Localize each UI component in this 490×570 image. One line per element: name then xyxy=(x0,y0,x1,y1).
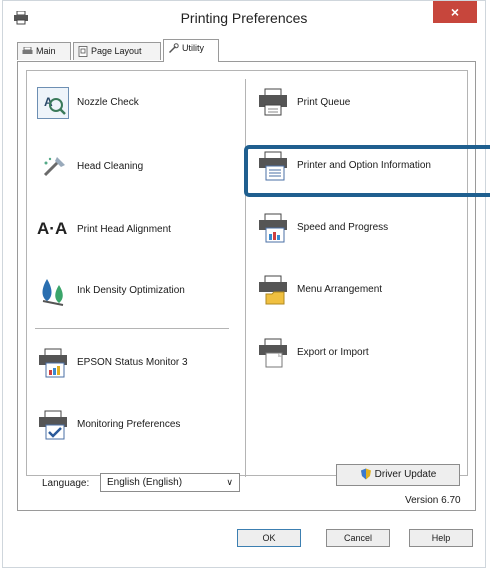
language-select[interactable]: English (English) ∨ xyxy=(100,473,240,492)
print-queue-label: Print Queue xyxy=(297,97,351,108)
menu-arrangement-icon xyxy=(257,274,289,306)
status-monitor-icon xyxy=(37,347,69,379)
menu-arrangement-label: Menu Arrangement xyxy=(297,284,383,295)
shield-icon xyxy=(360,468,371,480)
head-alignment-glyph: A·A xyxy=(37,219,68,238)
speed-progress-icon xyxy=(257,212,289,244)
driver-update-button[interactable]: Driver Update xyxy=(336,464,460,486)
chevron-down-icon: ∨ xyxy=(226,477,233,487)
title-bar[interactable]: Printing Preferences × xyxy=(3,1,485,35)
language-value: English (English) xyxy=(107,477,183,488)
nozzle-check-icon: A xyxy=(37,87,69,119)
tab-utility-label: Utility xyxy=(182,43,204,53)
export-import-label: Export or Import xyxy=(297,347,369,358)
export-import-icon xyxy=(257,337,289,369)
page-layout-icon xyxy=(78,46,88,58)
tab-strip: Main Page Layout Utility xyxy=(17,39,477,62)
version-text: Version 6.70 xyxy=(405,495,461,506)
utility-group: A Nozzle Check Head Cleaning A·A Print H… xyxy=(26,70,490,477)
tab-main-label: Main xyxy=(36,46,56,56)
head-cleaning-icon xyxy=(37,151,69,183)
utility-panel: A Nozzle Check Head Cleaning A·A Print H… xyxy=(17,61,490,511)
tab-utility[interactable]: Utility xyxy=(163,39,219,62)
monitoring-preferences-icon xyxy=(37,409,69,441)
ink-density-optimization-label: Ink Density Optimization xyxy=(77,285,185,296)
wrench-icon xyxy=(168,43,179,54)
cancel-button[interactable]: Cancel xyxy=(326,529,390,547)
highlight-frame xyxy=(244,145,490,197)
head-cleaning-label: Head Cleaning xyxy=(77,161,144,172)
section-divider xyxy=(35,328,229,329)
print-queue-icon xyxy=(257,87,289,119)
ok-button[interactable]: OK xyxy=(237,529,301,547)
printer-icon xyxy=(22,46,33,55)
tab-page-layout[interactable]: Page Layout xyxy=(73,42,161,60)
speed-progress-label: Speed and Progress xyxy=(297,222,389,233)
language-label: Language: xyxy=(42,478,90,489)
monitoring-preferences-label: Monitoring Preferences xyxy=(77,419,181,430)
printing-preferences-window: Printing Preferences × Main Page Layout … xyxy=(2,0,490,568)
head-alignment-icon: A·A xyxy=(37,214,69,246)
tab-page-layout-label: Page Layout xyxy=(91,46,142,56)
window-title: Printing Preferences xyxy=(180,10,308,26)
ink-density-icon xyxy=(37,275,69,307)
help-button[interactable]: Help xyxy=(409,529,473,547)
status-monitor-label: EPSON Status Monitor 3 xyxy=(77,357,188,368)
close-button[interactable]: × xyxy=(433,1,477,23)
column-divider xyxy=(245,79,246,477)
tab-main[interactable]: Main xyxy=(17,42,71,60)
nozzle-check-label: Nozzle Check xyxy=(77,97,139,108)
print-head-alignment-label: Print Head Alignment xyxy=(77,224,171,235)
driver-update-label: Driver Update xyxy=(374,469,437,480)
